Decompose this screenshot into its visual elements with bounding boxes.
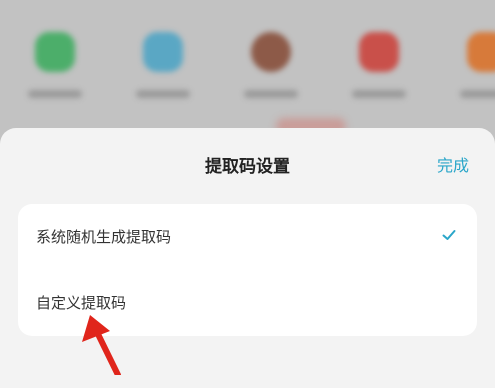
check-icon	[442, 230, 456, 240]
options-card: 系统随机生成提取码 自定义提取码	[18, 204, 477, 336]
share-target-item	[20, 26, 90, 116]
extraction-code-settings-sheet: 提取码设置 完成 系统随机生成提取码 自定义提取码	[0, 128, 495, 388]
share-target-item	[128, 26, 198, 116]
share-target-label	[352, 90, 406, 98]
option-label: 系统随机生成提取码	[36, 228, 172, 246]
app-icon	[467, 32, 495, 72]
option-label: 自定义提取码	[36, 294, 127, 312]
wechat-icon	[35, 32, 75, 72]
weibo-icon	[359, 32, 399, 72]
option-random-code[interactable]: 系统随机生成提取码	[18, 204, 477, 270]
sheet-header: 提取码设置 完成	[0, 128, 495, 200]
share-target-item	[452, 26, 495, 116]
share-targets-row	[0, 0, 495, 140]
option-custom-code[interactable]: 自定义提取码	[18, 270, 477, 336]
sheet-title: 提取码设置	[205, 157, 290, 177]
share-target-item	[344, 26, 414, 116]
avatar-icon	[251, 32, 291, 72]
done-button[interactable]: 完成	[437, 152, 469, 176]
share-target-item	[236, 26, 306, 116]
share-target-label	[136, 90, 190, 98]
share-target-label	[28, 90, 82, 98]
share-target-label	[460, 90, 495, 98]
moments-icon	[143, 32, 183, 72]
share-target-label	[244, 90, 298, 98]
